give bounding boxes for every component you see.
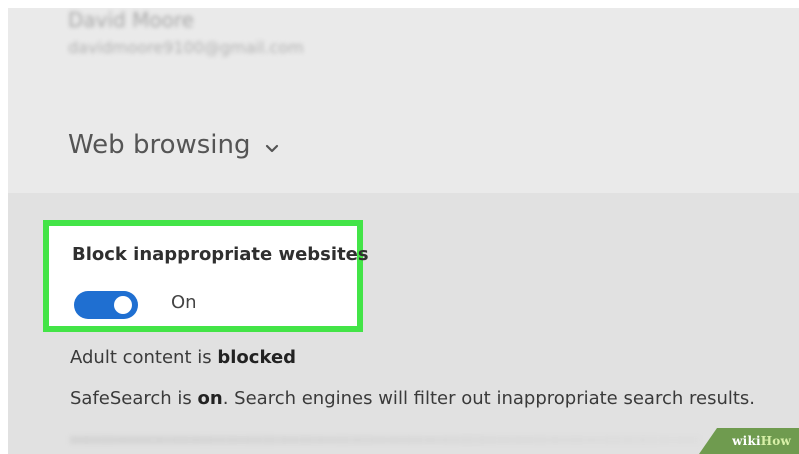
chevron-down-icon [265, 141, 279, 155]
faded-content-strip [70, 436, 700, 444]
safesearch-value: on [197, 388, 223, 409]
settings-window: David Moore davidmoore9100@gmail.com Web… [8, 8, 799, 454]
toggle-knob [114, 296, 132, 314]
adult-content-status: Adult content is blocked [70, 347, 296, 368]
safesearch-suffix: . Search engines will filter out inappro… [222, 388, 756, 409]
safesearch-prefix: SafeSearch is [70, 388, 198, 409]
block-websites-setting: Block inappropriate websites On [43, 220, 369, 332]
watermark-how: How [760, 434, 791, 448]
web-browsing-title: Web browsing [68, 130, 251, 160]
account-name: David Moore [68, 8, 194, 32]
watermark-wiki: wiki [732, 434, 761, 448]
block-websites-toggle[interactable] [74, 291, 138, 319]
account-panel: David Moore davidmoore9100@gmail.com Web… [8, 8, 799, 193]
web-browsing-header[interactable]: Web browsing [68, 130, 279, 160]
safesearch-status: SafeSearch is on. Search engines will fi… [70, 388, 795, 409]
account-email: davidmoore9100@gmail.com [68, 38, 304, 57]
block-websites-title: Block inappropriate websites [72, 244, 369, 265]
adult-content-status-prefix: Adult content is [70, 347, 218, 368]
adult-content-status-value: blocked [217, 347, 297, 368]
toggle-state-label: On [171, 292, 197, 313]
